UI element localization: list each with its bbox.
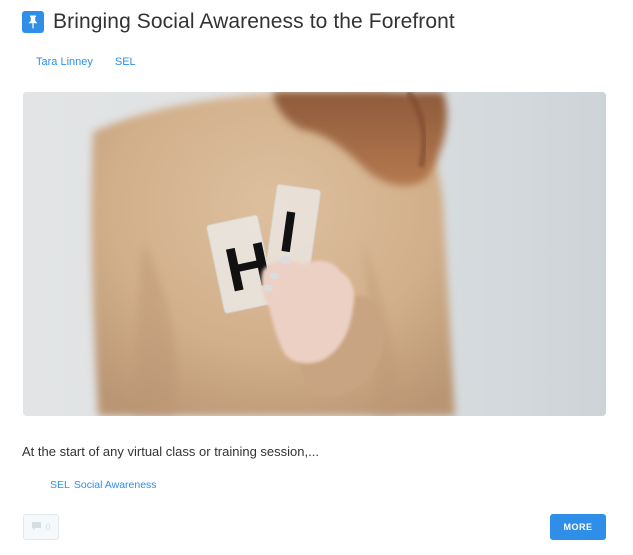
hero-image[interactable]: H I: [23, 92, 606, 416]
comment-count: 0: [45, 522, 51, 532]
category-link[interactable]: SEL: [115, 56, 136, 68]
comments-button[interactable]: 0: [23, 514, 59, 540]
post-excerpt: At the start of any virtual class or tra…: [22, 444, 319, 459]
tag-list: SEL Social Awareness: [50, 479, 157, 491]
tag-sel[interactable]: SEL: [50, 479, 70, 491]
author-link[interactable]: Tara Linney: [36, 56, 93, 68]
more-button[interactable]: MORE: [550, 514, 606, 540]
post-title[interactable]: Bringing Social Awareness to the Forefro…: [53, 10, 455, 34]
pin-icon: [22, 11, 44, 33]
speech-bubble-icon: [31, 518, 42, 536]
tag-social-awareness[interactable]: Social Awareness: [74, 479, 157, 491]
post-header: Bringing Social Awareness to the Forefro…: [22, 10, 455, 34]
post-meta: Tara Linney SEL: [36, 56, 136, 68]
